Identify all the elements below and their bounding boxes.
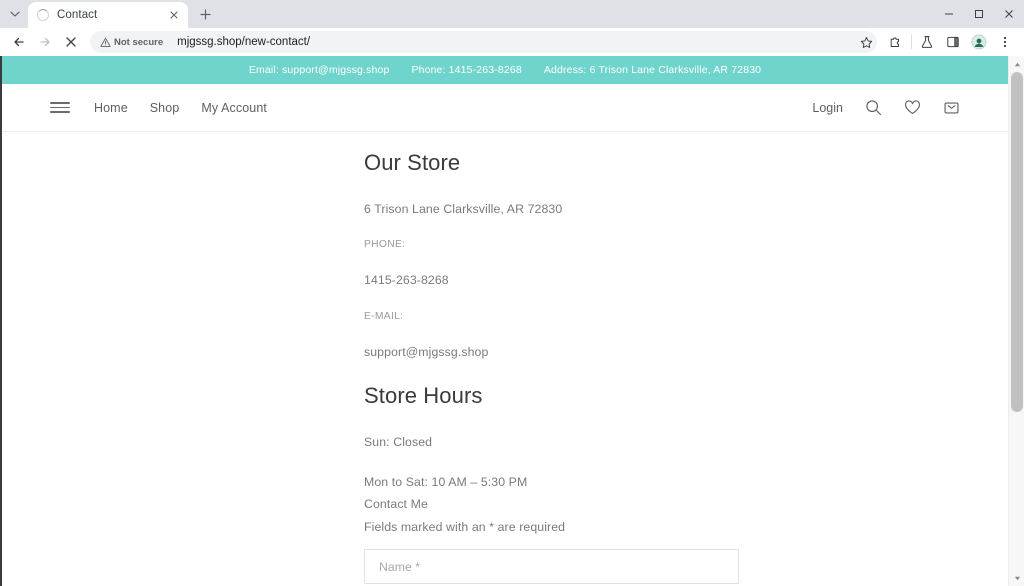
scrollbar-thumb[interactable] — [1011, 72, 1023, 412]
window-maximize-button[interactable] — [964, 0, 994, 28]
hours-weekdays: Mon to Sat: 10 AM – 5:30 PM — [364, 474, 528, 489]
browser-window: Contact Not secure mjgssg.shop/new-conta… — [0, 0, 1024, 586]
three-dot-menu-icon[interactable] — [992, 30, 1018, 54]
site-security-badge[interactable]: Not secure — [96, 36, 169, 49]
name-field-wrapper[interactable] — [364, 549, 739, 585]
side-panel-icon[interactable] — [940, 30, 966, 54]
bookmark-star-icon[interactable] — [855, 31, 877, 53]
site-info-bar: Email: support@mjgssg.shop Phone: 1415-2… — [2, 56, 1008, 84]
page-viewport: Email: support@mjgssg.shop Phone: 1415-2… — [0, 56, 1024, 586]
page-scrollbar[interactable] — [1008, 56, 1024, 586]
login-link[interactable]: Login — [812, 101, 843, 115]
tab-strip: Contact — [0, 0, 1024, 28]
url-text: mjgssg.shop/new-contact/ — [177, 36, 311, 48]
phone-label: PHONE: — [364, 239, 406, 251]
hamburger-menu-icon[interactable] — [50, 102, 70, 113]
warning-triangle-icon — [100, 37, 111, 47]
lab-flask-icon[interactable] — [914, 30, 940, 54]
window-controls — [934, 0, 1024, 28]
email-label: E-MAIL: — [364, 310, 404, 322]
back-button[interactable] — [6, 30, 32, 54]
store-address-text: 6 Trison Lane Clarksville, AR 72830 — [364, 202, 563, 216]
window-minimize-button[interactable] — [934, 0, 964, 28]
heart-wishlist-icon[interactable] — [904, 99, 921, 116]
tab-close-icon[interactable] — [166, 7, 182, 23]
new-tab-button[interactable] — [192, 1, 218, 27]
address-bar[interactable]: Not secure mjgssg.shop/new-contact/ — [90, 31, 877, 53]
tab-title: Contact — [57, 9, 98, 21]
nav-item-my-account[interactable]: My Account — [201, 101, 267, 115]
contact-form — [364, 549, 924, 586]
store-hours-heading: Store Hours — [364, 383, 483, 409]
window-close-button[interactable] — [994, 0, 1024, 28]
tab-loading-spinner-icon — [37, 9, 49, 21]
scrollbar-up-arrow[interactable] — [1009, 56, 1024, 72]
extensions-puzzle-icon[interactable] — [883, 30, 909, 54]
topbar-address: Address: 6 Trison Lane Clarksville, AR 7… — [543, 64, 762, 76]
header-actions: Login — [812, 99, 960, 116]
phone-value: 1415-263-8268 — [364, 273, 449, 288]
stop-loading-button[interactable] — [58, 30, 84, 54]
web-page: Email: support@mjgssg.shop Phone: 1415-2… — [2, 56, 1008, 586]
contact-me-heading: Contact Me — [364, 497, 428, 512]
tab-search-chevron-down-icon[interactable] — [2, 1, 28, 27]
scrollbar-down-arrow[interactable] — [1009, 570, 1024, 586]
forward-button — [32, 30, 58, 54]
email-value: support@mjgssg.shop — [364, 344, 489, 359]
hours-sunday: Sun: Closed — [364, 435, 433, 450]
page-content: Our Store 6 Trison Lane Clarksville, AR … — [2, 132, 1008, 586]
our-store-heading: Our Store — [364, 150, 461, 175]
search-icon[interactable] — [865, 99, 882, 116]
name-input[interactable] — [379, 559, 724, 574]
nav-item-shop[interactable]: Shop — [150, 101, 180, 115]
nav-item-home[interactable]: Home — [94, 101, 128, 115]
browser-tab[interactable]: Contact — [28, 2, 188, 28]
main-navigation: Home Shop My Account — [94, 101, 267, 115]
shopping-bag-icon[interactable] — [943, 99, 960, 116]
profile-avatar-icon[interactable] — [966, 30, 992, 54]
browser-toolbar: Not secure mjgssg.shop/new-contact/ — [0, 28, 1024, 56]
topbar-email[interactable]: Email: support@mjgssg.shop — [249, 64, 390, 76]
topbar-phone[interactable]: Phone: 1415-263-8268 — [411, 64, 521, 76]
required-fields-note: Fields marked with an * are required — [364, 519, 566, 534]
toolbar-divider — [911, 35, 912, 49]
security-label: Not secure — [114, 36, 164, 48]
site-header: Home Shop My Account Login — [2, 84, 1008, 132]
